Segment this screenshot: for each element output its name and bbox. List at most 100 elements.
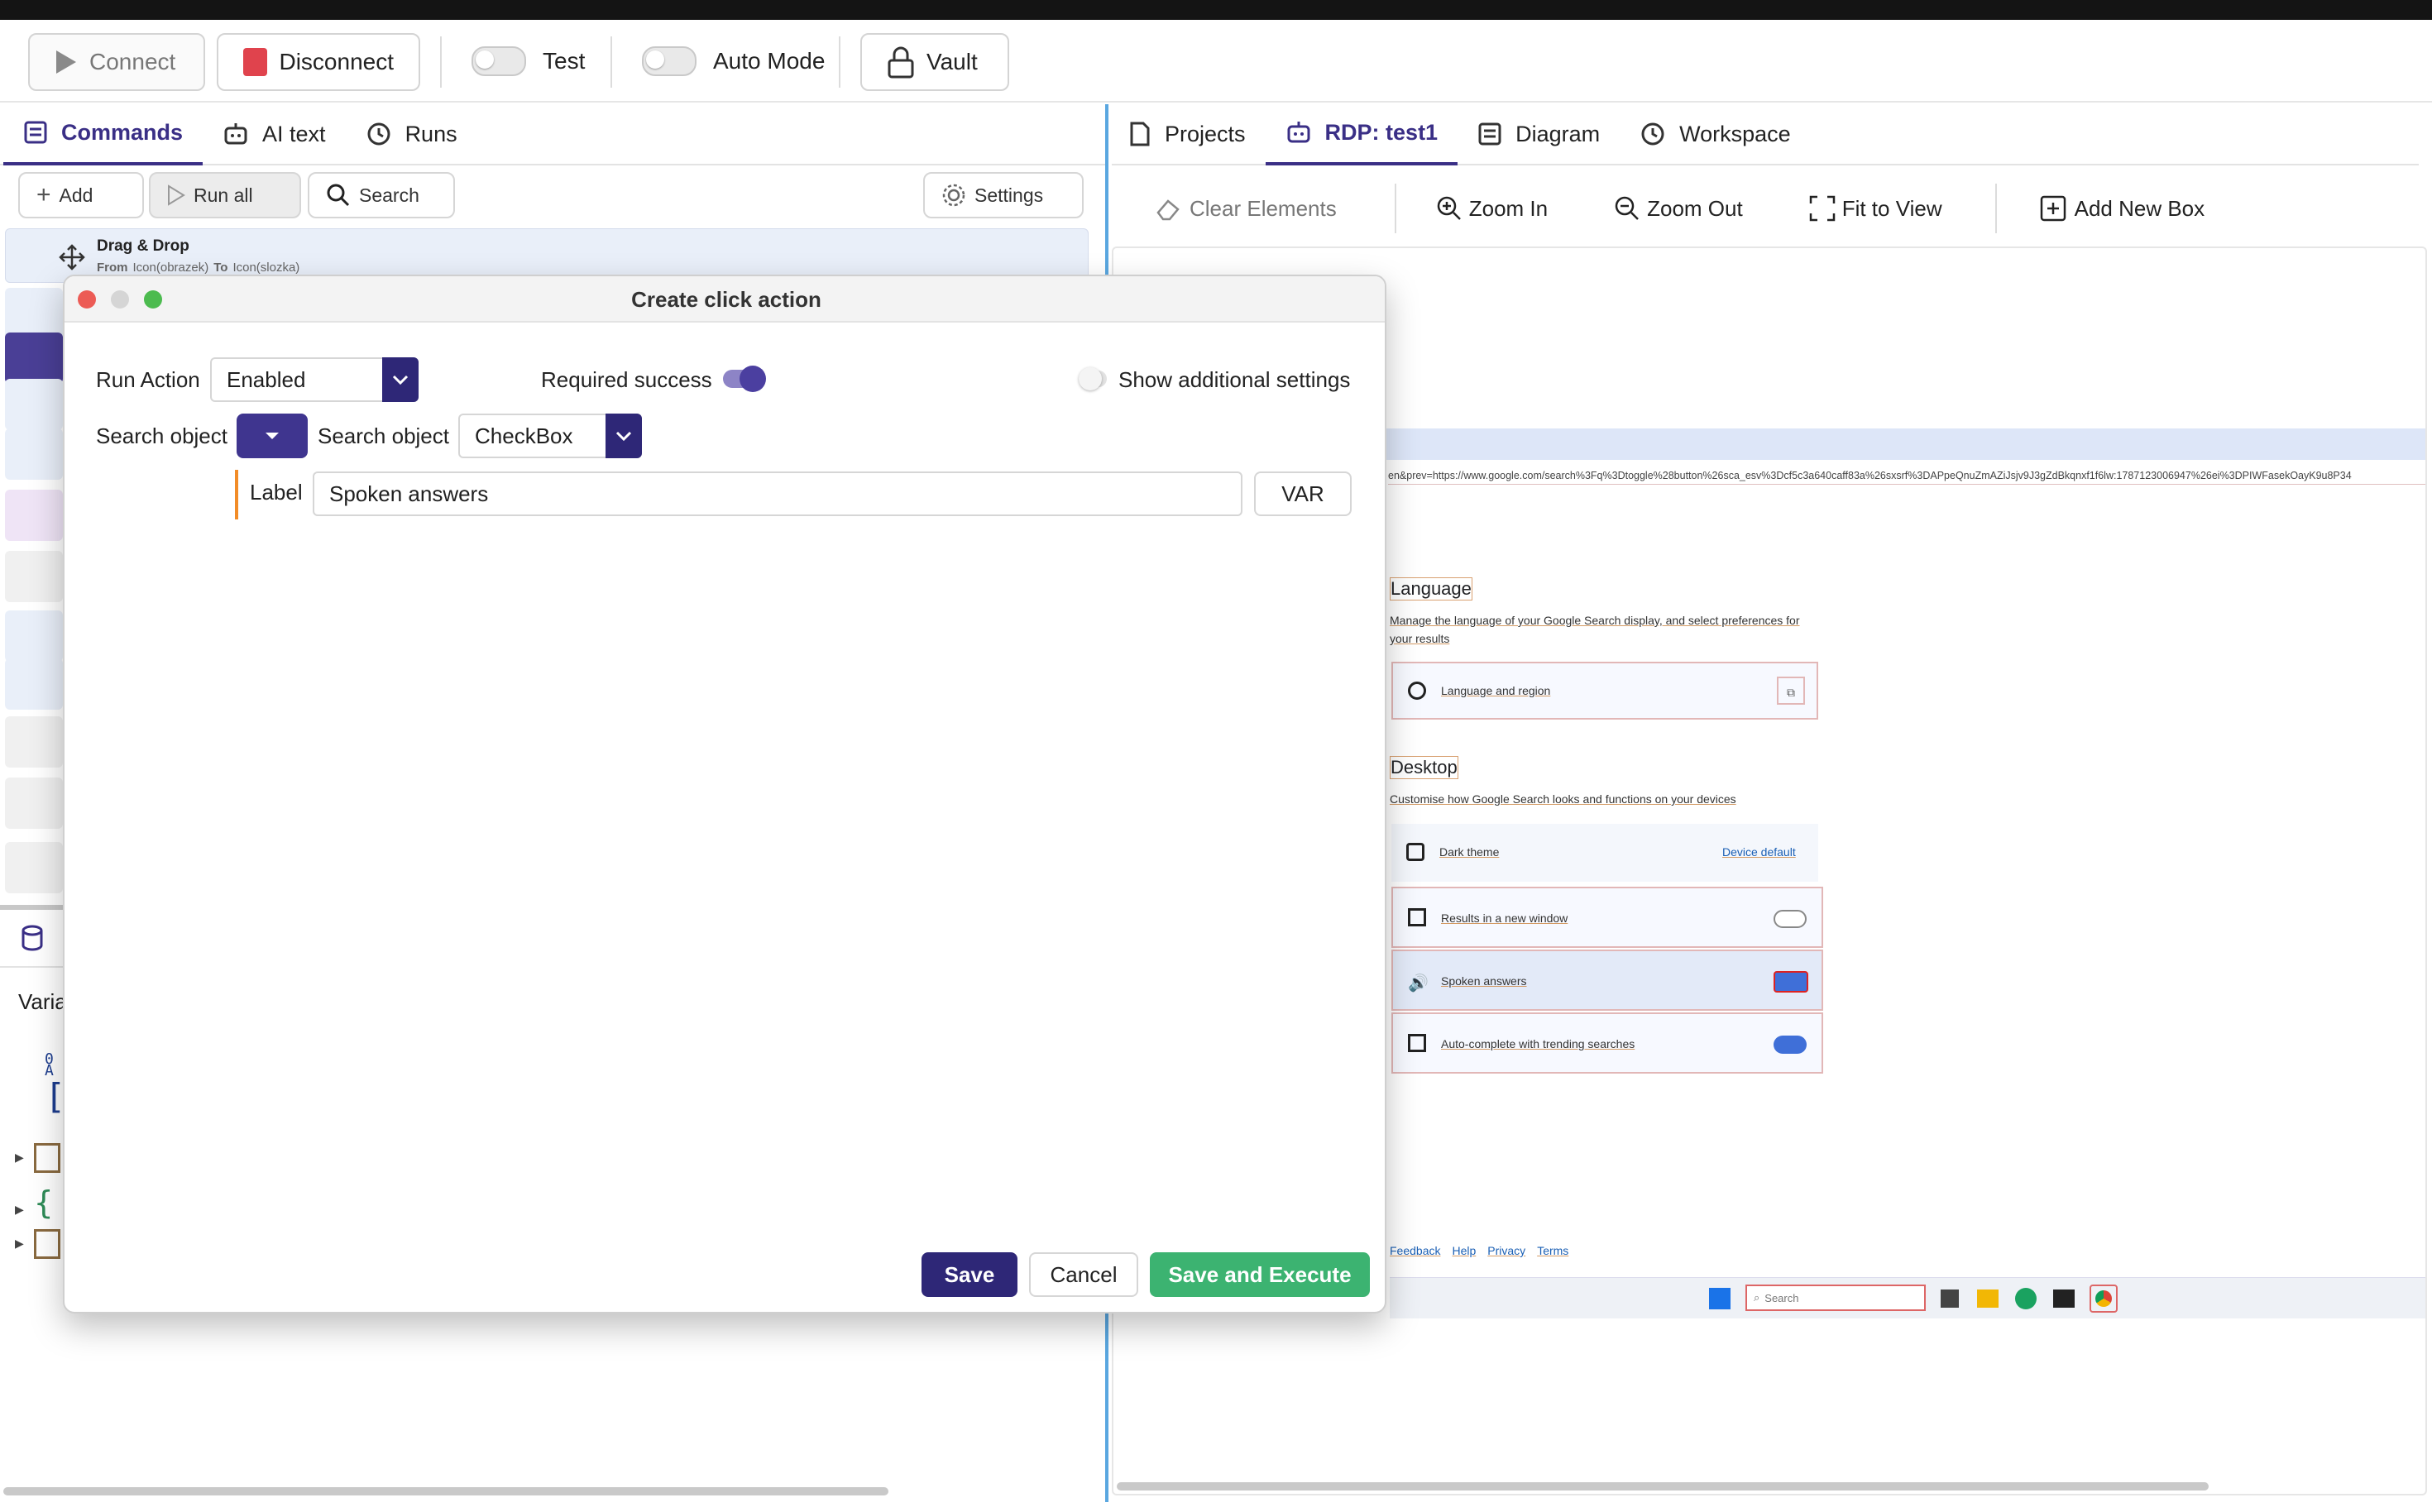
tree-row[interactable]: ▶ <box>15 1229 61 1259</box>
test-toggle-group[interactable]: Test <box>472 46 585 76</box>
spoken-answers-row[interactable]: 🔊 Spoken answers <box>1391 950 1823 1011</box>
folder-icon[interactable] <box>1977 1290 1999 1308</box>
task-view-icon[interactable] <box>1941 1290 1959 1308</box>
create-click-action-dialog: Create click action Run Action Enabled R… <box>63 275 1386 1313</box>
save-and-execute-button[interactable]: Save and Execute <box>1150 1252 1370 1297</box>
save-button[interactable]: Save <box>922 1252 1017 1297</box>
add-new-box-button[interactable]: Add New Box <box>2040 195 2205 222</box>
search-object-select[interactable]: CheckBox <box>458 414 642 458</box>
autocomplete-row[interactable]: Auto-complete with trending searches <box>1391 1012 1823 1074</box>
language-region-row[interactable]: Language and region ⧉ <box>1391 662 1818 720</box>
command-row[interactable] <box>5 842 63 893</box>
tab-diagram[interactable]: Diagram <box>1458 104 1620 164</box>
run-action-select[interactable]: Enabled <box>210 357 419 402</box>
tab-workspace[interactable]: Workspace <box>1620 104 1811 164</box>
command-row[interactable] <box>5 551 63 602</box>
command-row[interactable] <box>5 716 63 768</box>
terms-link[interactable]: Terms <box>1537 1244 1568 1257</box>
connect-button[interactable]: Connect <box>28 33 205 91</box>
auto-mode-toggle[interactable] <box>642 46 697 76</box>
disconnect-button[interactable]: Disconnect <box>217 33 420 91</box>
fit-icon <box>1809 195 1835 222</box>
search-commands-button[interactable]: Search <box>308 172 455 218</box>
command-row[interactable] <box>5 490 63 541</box>
edge-icon[interactable] <box>2015 1288 2037 1309</box>
tab-projects[interactable]: Projects <box>1112 104 1266 164</box>
add-command-button[interactable]: + Add <box>18 172 144 218</box>
command-row[interactable] <box>5 778 63 829</box>
tree-row[interactable]: ▶ { <box>15 1184 53 1221</box>
command-row[interactable] <box>5 658 63 710</box>
run-action-label: Run Action <box>96 367 200 392</box>
command-row-selected[interactable] <box>5 333 63 384</box>
language-region-label: Language and region <box>1441 684 1551 697</box>
add-label: Add <box>59 184 93 206</box>
move-icon <box>59 244 85 270</box>
database-icon <box>22 925 43 951</box>
add-new-box-label: Add New Box <box>2074 195 2205 221</box>
caret-right-icon: ▶ <box>15 1237 24 1251</box>
object-icon: { <box>34 1184 54 1221</box>
results-new-window-toggle[interactable] <box>1774 910 1807 928</box>
command-row[interactable] <box>5 288 63 339</box>
add-box-icon <box>2040 195 2066 222</box>
spoken-answers-toggle[interactable] <box>1774 971 1808 993</box>
search-object-type-dropdown[interactable] <box>237 414 308 458</box>
terminal-icon[interactable] <box>2053 1290 2075 1308</box>
privacy-link[interactable]: Privacy <box>1487 1244 1525 1257</box>
dialog-title: Create click action <box>631 286 821 312</box>
vault-button[interactable]: Vault <box>860 33 1009 91</box>
language-heading: Language <box>1390 577 1472 600</box>
command-row[interactable] <box>5 428 63 480</box>
to-label: To <box>213 261 228 275</box>
canvas-scrollbar[interactable] <box>1117 1482 2209 1490</box>
tab-runs[interactable]: Runs <box>346 104 477 164</box>
clear-elements-button[interactable]: Clear Elements <box>1155 196 1337 222</box>
gear-icon <box>942 184 965 207</box>
label-input[interactable]: Spoken answers <box>313 471 1242 516</box>
chevron-down-icon <box>382 357 419 402</box>
var-button[interactable]: VAR <box>1254 471 1352 516</box>
toolbar-divider <box>839 36 840 88</box>
help-link[interactable]: Help <box>1452 1244 1476 1257</box>
taskbar-search[interactable]: ⌕ Search <box>1745 1285 1926 1311</box>
command-row[interactable] <box>5 379 63 430</box>
auto-mode-label: Auto Mode <box>713 48 826 74</box>
horizontal-scrollbar[interactable] <box>3 1487 888 1495</box>
auto-mode-toggle-group[interactable]: Auto Mode <box>642 46 825 76</box>
run-all-button[interactable]: Run all <box>149 172 301 218</box>
windows-start-icon[interactable] <box>1709 1288 1731 1309</box>
command-title: Drag & Drop <box>97 237 189 255</box>
chrome-icon[interactable] <box>2090 1285 2118 1313</box>
test-toggle[interactable] <box>472 46 526 76</box>
tab-rdp[interactable]: RDP: test1 <box>1265 103 1458 165</box>
tab-ai-text[interactable]: AI text <box>203 104 346 164</box>
label-field-label: Label <box>250 480 303 505</box>
external-link-icon[interactable]: ⧉ <box>1777 677 1805 705</box>
results-new-window-row[interactable]: Results in a new window <box>1391 887 1823 948</box>
required-success-toggle[interactable] <box>723 366 766 392</box>
zoom-in-button[interactable]: Zoom In <box>1436 195 1548 222</box>
feedback-link[interactable]: Feedback <box>1390 1244 1440 1257</box>
browser-tab-strip <box>1362 428 2425 460</box>
zoom-out-button[interactable]: Zoom Out <box>1614 195 1743 222</box>
settings-button[interactable]: Settings <box>923 172 1084 218</box>
tree-row[interactable]: ▶ <box>15 1143 61 1173</box>
zoom-out-icon <box>1615 196 1639 220</box>
fit-to-view-button[interactable]: Fit to View <box>1809 195 1942 222</box>
run-action-value: Enabled <box>227 366 306 392</box>
caret-right-icon: ▶ <box>15 1151 24 1165</box>
spoken-answers-label: Spoken answers <box>1441 974 1527 988</box>
to-value: Icon(slozka) <box>232 261 300 275</box>
dark-theme-row[interactable]: Dark theme Device default <box>1391 824 1818 882</box>
autocomplete-toggle[interactable] <box>1774 1036 1807 1054</box>
connect-label: Connect <box>89 49 176 74</box>
plus-icon: + <box>36 181 51 208</box>
cancel-button[interactable]: Cancel <box>1029 1252 1138 1297</box>
zoom-in-label: Zoom In <box>1468 195 1549 221</box>
taskbar: ⌕ Search <box>1390 1277 2425 1318</box>
tab-commands[interactable]: Commands <box>3 103 203 165</box>
command-row[interactable] <box>5 610 63 662</box>
show-additional-toggle[interactable] <box>1079 367 1108 390</box>
desktop-description: Customise how Google Search looks and fu… <box>1390 792 1736 806</box>
